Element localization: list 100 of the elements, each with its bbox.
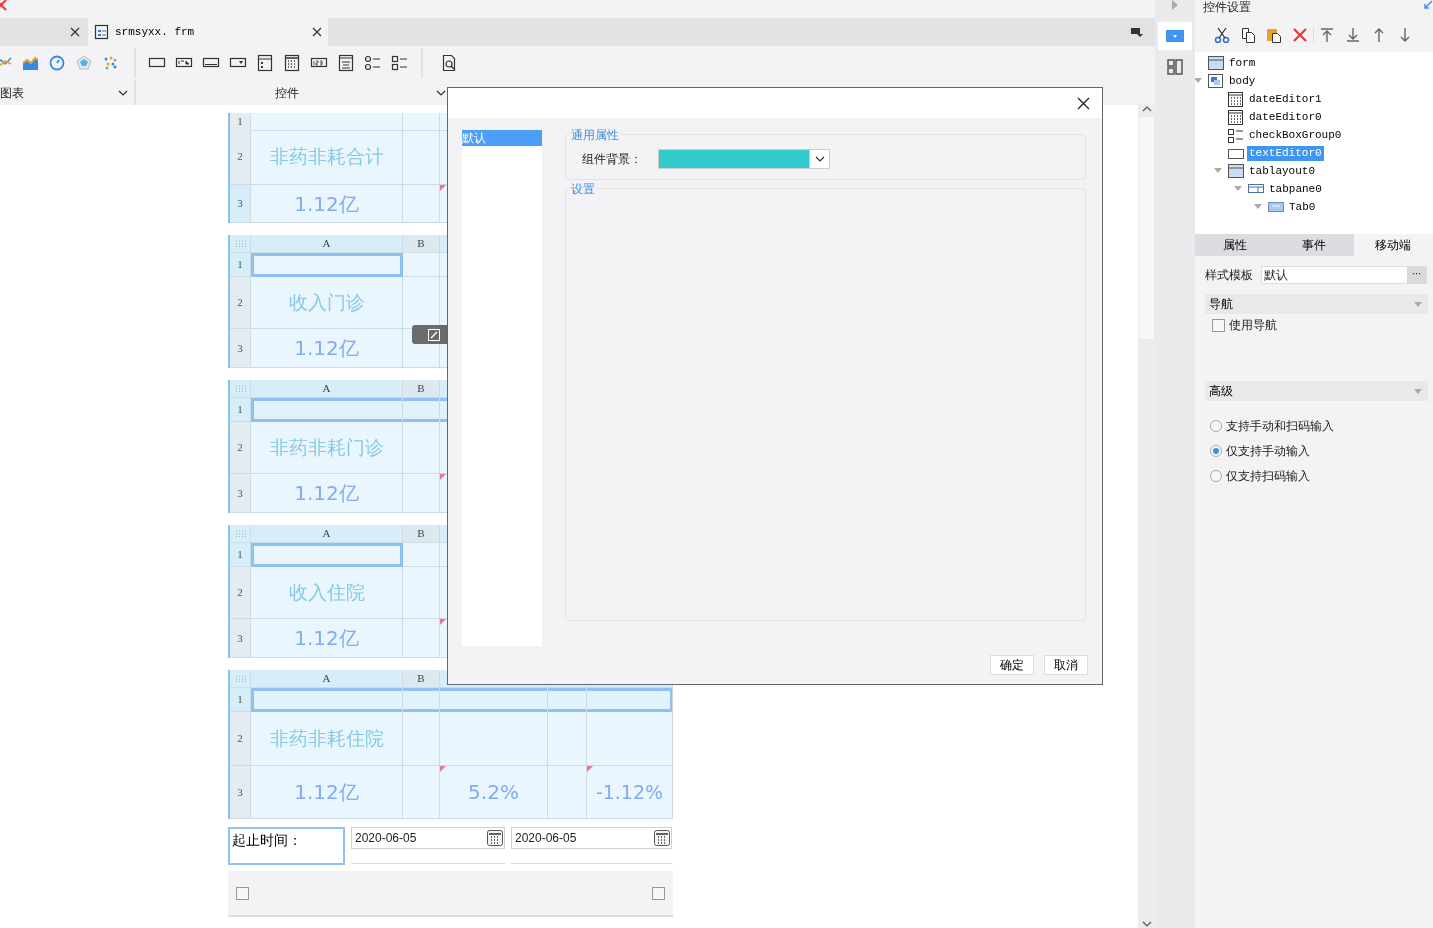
close-icon[interactable] <box>1077 96 1090 110</box>
cell-value: 5.2% <box>468 779 519 806</box>
dialog-button[interactable]: 确定 <box>990 655 1034 675</box>
panel-tab[interactable]: 属性 <box>1195 234 1275 256</box>
list-icon[interactable] <box>255 54 274 72</box>
row-number[interactable]: 1 <box>230 253 251 277</box>
tree-item[interactable]: form <box>1227 55 1258 71</box>
collapse-arrow-icon[interactable] <box>1195 78 1202 84</box>
grip-icon[interactable] <box>234 385 246 392</box>
tree-item[interactable]: checkBoxGroup0 <box>1247 127 1344 143</box>
cut-icon[interactable] <box>1214 27 1230 43</box>
calendar-icon[interactable] <box>486 829 504 847</box>
tree-item[interactable]: tablayout0 <box>1247 163 1317 179</box>
style-template-field[interactable]: 默认 ··· <box>1261 266 1427 284</box>
tree-item[interactable]: Tab0 <box>1287 199 1318 215</box>
date-field[interactable]: 2020-06-05 <box>351 827 505 849</box>
label-field[interactable]: 起止时间： <box>228 827 345 865</box>
editor-tab[interactable]: srmsyxx. frm <box>88 18 328 46</box>
table-cell[interactable] <box>251 543 403 567</box>
row-number[interactable]: 2 <box>230 422 251 474</box>
tree-field-icon[interactable] <box>336 54 355 72</box>
date-field[interactable]: 2020-06-05 <box>511 827 672 849</box>
checkbox-group-icon[interactable] <box>390 54 409 72</box>
calendar-icon[interactable] <box>282 54 301 72</box>
cell-text: 非药非耗住院 <box>269 726 384 752</box>
radio-button[interactable] <box>1210 419 1222 432</box>
radio-button[interactable] <box>1210 469 1222 482</box>
paste-icon[interactable] <box>1266 27 1282 43</box>
copy-icon[interactable] <box>1240 27 1256 43</box>
row-number[interactable]: 3 <box>230 185 251 223</box>
tree-item[interactable]: dateEditor1 <box>1247 91 1324 107</box>
delete-icon[interactable] <box>1292 27 1308 43</box>
calendar-icon[interactable] <box>653 829 671 847</box>
row-number[interactable]: 3 <box>230 619 251 658</box>
tree-item[interactable]: body <box>1227 73 1258 89</box>
gauge-icon[interactable] <box>48 55 65 71</box>
chevron-down-icon[interactable] <box>814 156 825 162</box>
checkbox[interactable] <box>652 886 665 900</box>
row-number[interactable]: 2 <box>230 712 251 766</box>
row-number[interactable]: 2 <box>230 129 251 185</box>
row-number[interactable]: 1 <box>230 543 251 567</box>
form-icon <box>1208 55 1224 71</box>
row-number[interactable]: 3 <box>230 766 251 819</box>
column-header[interactable]: A <box>251 525 403 543</box>
row-number[interactable]: 1 <box>230 398 251 422</box>
grip-icon[interactable] <box>234 675 246 682</box>
column-header[interactable]: B <box>403 525 440 543</box>
table-cell[interactable] <box>403 113 440 131</box>
collapse-arrow-icon[interactable] <box>1423 0 1433 10</box>
row-number[interactable]: 2 <box>230 567 251 619</box>
dialog-button[interactable]: 取消 <box>1044 655 1088 675</box>
checkbox-list-icon <box>1228 127 1244 143</box>
panel-tab[interactable]: 事件 <box>1274 234 1354 256</box>
section-header[interactable]: 高级 <box>1205 381 1428 401</box>
area-chart-icon[interactable] <box>21 55 38 71</box>
checkbox[interactable] <box>1212 318 1225 332</box>
table-cell[interactable] <box>251 253 403 277</box>
layout-icon[interactable] <box>1167 59 1183 75</box>
radio-button[interactable] <box>1210 444 1222 457</box>
chevron-down-icon[interactable] <box>118 89 128 96</box>
column-header[interactable]: B <box>403 380 440 398</box>
grip-icon[interactable] <box>234 530 246 537</box>
table-cell[interactable] <box>403 543 440 567</box>
row-number[interactable]: 3 <box>230 329 251 368</box>
scatter-chart-icon[interactable] <box>102 55 119 71</box>
tree-item[interactable]: tabpane0 <box>1267 181 1324 197</box>
radio-group-icon[interactable] <box>363 54 382 72</box>
widget-panel-tab[interactable] <box>1158 22 1192 50</box>
column-header[interactable]: A <box>251 670 403 688</box>
collapse-arrow-icon[interactable] <box>1254 204 1262 210</box>
column-header[interactable]: A <box>251 235 403 253</box>
table-cell[interactable] <box>251 113 403 131</box>
row-number[interactable]: 1 <box>230 688 251 712</box>
cell-value: 1.12亿 <box>294 779 359 806</box>
close-icon[interactable] <box>70 27 80 37</box>
preview-icon[interactable] <box>440 54 457 72</box>
column-header[interactable]: B <box>403 235 440 253</box>
move-bottom-icon[interactable] <box>1345 27 1361 43</box>
column-header[interactable]: B <box>403 670 440 688</box>
row-number[interactable]: 3 <box>230 474 251 513</box>
checkbox[interactable] <box>236 886 249 900</box>
collapse-arrow-icon[interactable] <box>1234 186 1242 192</box>
more-button[interactable]: ··· <box>1407 267 1426 283</box>
expand-arrow-icon[interactable] <box>1172 0 1178 10</box>
chevron-down-icon[interactable] <box>436 89 446 96</box>
tab-list-icon[interactable] <box>1131 26 1143 38</box>
close-icon[interactable] <box>312 27 322 37</box>
row-number[interactable]: 2 <box>230 277 251 329</box>
section-header[interactable]: 导航 <box>1205 294 1428 314</box>
radar-chart-icon[interactable] <box>75 55 92 71</box>
table-row[interactable] <box>251 688 673 712</box>
color-picker[interactable] <box>658 149 830 169</box>
scroll-down-icon[interactable] <box>1141 920 1152 928</box>
scroll-up-icon[interactable] <box>1141 105 1152 113</box>
grip-icon[interactable] <box>234 240 246 247</box>
collapse-arrow-icon[interactable] <box>1214 168 1222 174</box>
move-top-icon[interactable] <box>1319 27 1335 43</box>
tree-item[interactable]: dateEditor0 <box>1247 109 1324 125</box>
table-cell[interactable] <box>403 253 440 277</box>
column-header[interactable]: A <box>251 380 403 398</box>
